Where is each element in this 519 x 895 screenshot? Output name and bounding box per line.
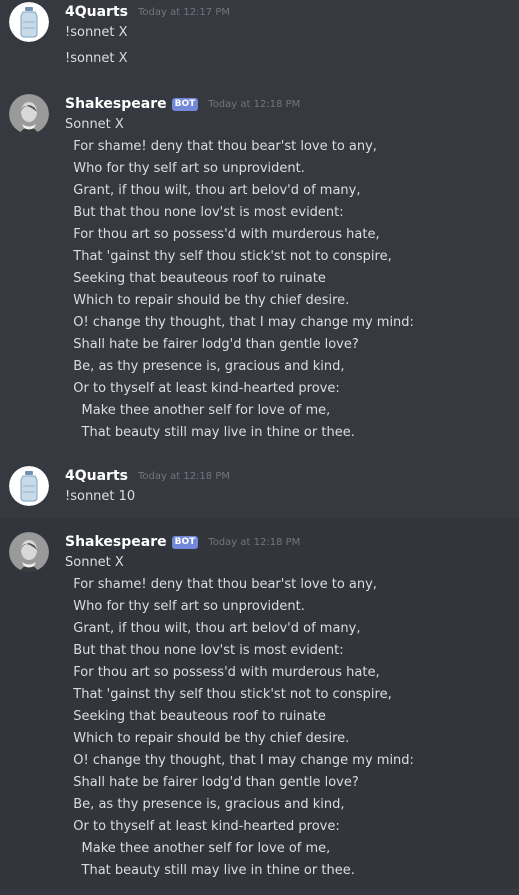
message-text: Who for thy self art so unprovident. [65,599,305,614]
timestamp: Today at 12:17 PM [138,6,230,18]
message-text: Sonnet X [65,117,124,132]
message-text: Or to thyself at least kind-hearted prov… [65,381,340,396]
timestamp: Today at 12:18 PM [208,98,301,110]
message-text: Shall hate be fairer lodg'd than gentle … [65,337,359,352]
bot-badge: BOT [171,535,199,549]
message-text: Seeking that beauteous roof to ruinate [65,709,326,724]
water-jug-icon[interactable] [9,2,49,42]
message-text: That beauty still may live in thine or t… [65,863,355,878]
message-header: Shakespeare BOT Today at 12:18 PM [65,532,519,552]
message-text: But that thou none lov'st is most eviden… [65,205,344,220]
username[interactable]: 4Quarts [65,4,128,20]
message-text: Make thee another self for love of me, [65,841,331,856]
message-text: That 'gainst thy self thou stick'st not … [65,687,392,702]
message-text: But that thou none lov'st is most eviden… [65,643,344,658]
username[interactable]: Shakespeare [65,534,167,550]
message-text: For shame! deny that thou bear'st love t… [65,577,377,592]
message-text: Make thee another self for love of me, [65,403,331,418]
message-header: Shakespeare BOT Today at 12:18 PM [65,94,519,114]
message-text: !sonnet X [65,25,128,40]
message-header: 4Quarts Today at 12:17 PM [65,2,519,22]
message-text: Who for thy self art so unprovident. [65,161,305,176]
message-text: Be, as thy presence is, gracious and kin… [65,797,345,812]
message-text: Grant, if thou wilt, thou art belov'd of… [65,183,361,198]
water-jug-icon[interactable] [9,466,49,506]
message-text: For thou art so possess'd with murderous… [65,227,380,242]
bot-badge: BOT [171,97,199,111]
username[interactable]: 4Quarts [65,468,128,484]
message-text: That 'gainst thy self thou stick'st not … [65,249,392,264]
chat-messages: 4Quarts Today at 12:17 PM !sonnet X !son… [0,0,519,895]
message-group: Shakespeare BOT Today at 12:18 PM Sonnet… [0,70,519,446]
message-text: Grant, if thou wilt, thou art belov'd of… [65,621,361,636]
message-group: 4Quarts Today at 12:18 PM !sonnet 10 [0,446,519,508]
message-text: That beauty still may live in thine or t… [65,425,355,440]
timestamp: Today at 12:18 PM [138,470,230,482]
message-text: Seeking that beauteous roof to ruinate [65,271,326,286]
message-text: Or to thyself at least kind-hearted prov… [65,819,340,834]
message-text: O! change thy thought, that I may change… [65,315,414,330]
timestamp: Today at 12:18 PM [208,536,301,548]
message-group: Shakespeare BOT Today at 12:18 PM Sonnet… [0,518,519,889]
username[interactable]: Shakespeare [65,96,167,112]
message-text: !sonnet X [65,51,128,66]
message-text: Which to repair should be thy chief desi… [65,293,350,308]
shakespeare-portrait-icon[interactable] [9,94,49,134]
message-text: O! change thy thought, that I may change… [65,753,414,768]
message-text: !sonnet 10 [65,489,136,504]
message-text: Which to repair should be thy chief desi… [65,731,350,746]
shakespeare-portrait-icon[interactable] [9,532,49,572]
message-text: Be, as thy presence is, gracious and kin… [65,359,345,374]
message-text: For thou art so possess'd with murderous… [65,665,380,680]
message-header: 4Quarts Today at 12:18 PM [65,466,519,486]
message-text: Sonnet X [65,555,124,570]
message-group: 4Quarts Today at 12:17 PM !sonnet X !son… [0,0,519,70]
message-text: Shall hate be fairer lodg'd than gentle … [65,775,359,790]
message-text: For shame! deny that thou bear'st love t… [65,139,377,154]
